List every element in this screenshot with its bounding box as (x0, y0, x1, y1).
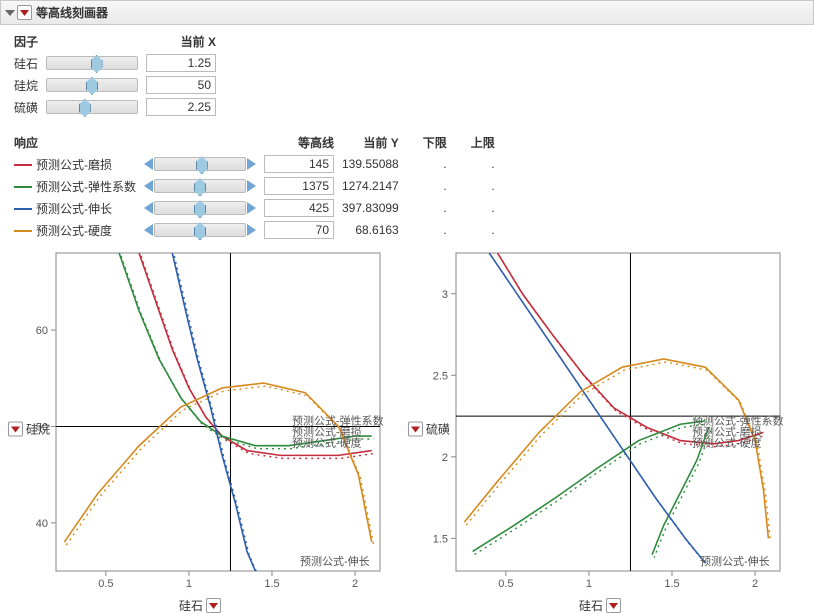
svg-text:2: 2 (752, 578, 758, 590)
svg-text:预测公式-磨损: 预测公式-磨损 (292, 425, 362, 439)
currenty-header: 当前 Y (338, 132, 403, 153)
svg-text:预测公式-硬度: 预测公式-硬度 (692, 436, 762, 450)
response-name: 预测公式-磨损 (10, 153, 140, 175)
currenty-value: 139.55088 (338, 153, 403, 175)
svg-text:预测公式-硬度: 预测公式-硬度 (292, 436, 362, 450)
svg-text:1: 1 (186, 578, 192, 590)
slider-dec-icon[interactable] (144, 158, 153, 170)
svg-text:3: 3 (442, 289, 448, 301)
svg-text:1: 1 (586, 578, 592, 590)
factor-name: 硅石 (10, 52, 42, 74)
panel-titlebar: 等高线刻画器 (0, 0, 814, 25)
hi-value[interactable]: . (451, 197, 499, 219)
lo-value[interactable]: . (403, 197, 451, 219)
currentx-header: 当前 X (142, 31, 220, 52)
currenty-value: 1274.2147 (338, 175, 403, 197)
factor-slider[interactable] (46, 56, 138, 70)
x-axis-label-1[interactable]: 硅石 (179, 597, 221, 614)
factor-value[interactable]: 2.25 (146, 98, 216, 116)
lo-value[interactable]: . (403, 219, 451, 241)
contour-plot-1[interactable]: 0.511.52405060预测公式-弹性系数预测公式-磨损预测公式-硬度预测公… (10, 247, 390, 610)
slider-inc-icon[interactable] (247, 158, 256, 170)
svg-text:2.5: 2.5 (433, 370, 448, 382)
contour-header: 等高线 (260, 132, 338, 153)
slider-inc-icon[interactable] (247, 180, 256, 192)
y-axis-label-2[interactable]: 硫磺 (408, 420, 450, 437)
contour-value[interactable]: 1375 (264, 177, 334, 195)
y-axis-label-1[interactable]: 硅烷 (8, 420, 50, 437)
svg-text:预测公式-伸长: 预测公式-伸长 (300, 555, 370, 568)
svg-text:0.5: 0.5 (98, 578, 113, 590)
svg-text:1.5: 1.5 (664, 578, 679, 590)
factors-header: 因子 (10, 31, 42, 52)
svg-text:2: 2 (442, 452, 448, 464)
svg-text:预测公式-磨损: 预测公式-磨损 (692, 425, 762, 439)
disclosure-triangle-icon[interactable] (5, 10, 15, 16)
svg-text:预测公式-伸长: 预测公式-伸长 (700, 555, 770, 568)
axis-menu-button[interactable] (408, 421, 423, 436)
factor-value[interactable]: 50 (146, 76, 216, 94)
chevron-down-icon (20, 8, 29, 17)
svg-text:预测公式-弹性系数: 预测公式-弹性系数 (292, 414, 384, 428)
slider-inc-icon[interactable] (247, 224, 256, 236)
hi-value[interactable]: . (451, 153, 499, 175)
color-swatch-icon (14, 208, 32, 210)
contour-value[interactable]: 70 (264, 221, 334, 239)
x-axis-label-2[interactable]: 硅石 (579, 597, 621, 614)
axis-menu-button[interactable] (606, 598, 621, 613)
svg-text:1.5: 1.5 (264, 578, 279, 590)
svg-text:2: 2 (352, 578, 358, 590)
panel-menu-button[interactable] (17, 5, 32, 20)
factor-name: 硫磺 (10, 96, 42, 118)
slider-inc-icon[interactable] (247, 202, 256, 214)
svg-text:40: 40 (36, 518, 48, 530)
factor-value[interactable]: 1.25 (146, 54, 216, 72)
lo-value[interactable]: . (403, 153, 451, 175)
slider-dec-icon[interactable] (144, 202, 153, 214)
factors-table: 因子 当前 X 硅石 1.25 硅烷 50 硫磺 2.25 (10, 31, 220, 118)
color-swatch-icon (14, 186, 32, 188)
panel-title: 等高线刻画器 (36, 4, 108, 21)
svg-text:1.5: 1.5 (433, 533, 448, 545)
response-name: 预测公式-弹性系数 (10, 175, 140, 197)
response-header: 响应 (10, 132, 140, 153)
svg-text:0.5: 0.5 (498, 578, 513, 590)
color-swatch-icon (14, 164, 32, 166)
response-slider[interactable] (154, 223, 246, 237)
lo-value[interactable]: . (403, 175, 451, 197)
factor-slider[interactable] (46, 100, 138, 114)
hi-header: 上限 (451, 132, 499, 153)
contour-value[interactable]: 145 (264, 155, 334, 173)
hi-value[interactable]: . (451, 175, 499, 197)
axis-menu-button[interactable] (206, 598, 221, 613)
currenty-value: 397.83099 (338, 197, 403, 219)
currenty-value: 68.6163 (338, 219, 403, 241)
response-name: 预测公式-伸长 (10, 197, 140, 219)
response-slider[interactable] (154, 201, 246, 215)
hi-value[interactable]: . (451, 219, 499, 241)
factor-name: 硅烷 (10, 74, 42, 96)
factor-slider[interactable] (46, 78, 138, 92)
lo-header: 下限 (403, 132, 451, 153)
svg-text:预测公式-弹性系数: 预测公式-弹性系数 (692, 414, 784, 428)
contour-value[interactable]: 425 (264, 199, 334, 217)
slider-dec-icon[interactable] (144, 180, 153, 192)
contour-plot-2[interactable]: 0.5 1 1.5 2 1.5 2 2.5 3 预测公式-弹性系数预测公式-磨损预测公式-硬度预… (410, 247, 790, 610)
slider-dec-icon[interactable] (144, 224, 153, 236)
color-swatch-icon (14, 230, 32, 232)
svg-text:60: 60 (36, 325, 48, 337)
response-slider[interactable] (154, 179, 246, 193)
responses-table: 响应 等高线 当前 Y 下限 上限 预测公式-磨损 145139.55088.. 预… (10, 132, 499, 241)
response-name: 预测公式-硬度 (10, 219, 140, 241)
axis-menu-button[interactable] (8, 421, 23, 436)
response-slider[interactable] (154, 157, 246, 171)
